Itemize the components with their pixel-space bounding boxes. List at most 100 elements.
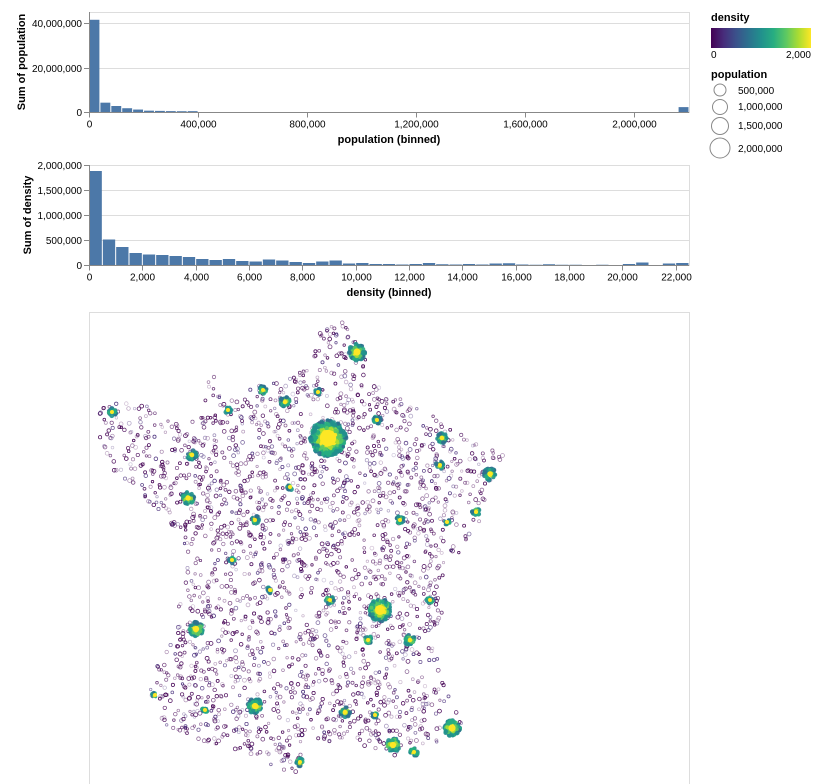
commune-dot <box>252 663 256 667</box>
commune-dot <box>374 721 378 726</box>
commune-dot <box>387 642 391 647</box>
commune-dot <box>281 557 285 562</box>
commune-dot <box>351 692 356 697</box>
commune-dot <box>387 728 392 733</box>
commune-dot <box>404 611 410 617</box>
commune-dot <box>371 632 377 637</box>
commune-dot <box>404 643 409 649</box>
commune-dot <box>380 453 384 457</box>
commune-dot <box>183 528 188 532</box>
commune-dot <box>416 502 420 506</box>
commune-dot <box>346 422 351 426</box>
commune-dot <box>247 474 252 479</box>
commune-dot <box>393 398 398 402</box>
commune-dot <box>346 452 351 457</box>
commune-dot <box>275 591 280 596</box>
commune-dot <box>189 663 194 668</box>
commune-dot <box>180 631 186 636</box>
commune-dot <box>300 463 305 468</box>
commune-dot <box>203 509 207 513</box>
commune-dot <box>411 590 416 595</box>
commune-dot <box>195 709 200 714</box>
commune-dot <box>404 511 409 515</box>
commune-dot <box>277 627 282 632</box>
commune-dot <box>445 464 450 469</box>
histogram-bar <box>396 264 409 265</box>
commune-dot <box>178 637 183 642</box>
commune-dot <box>428 559 433 564</box>
commune-dot <box>425 507 431 512</box>
commune-dot <box>310 438 314 443</box>
commune-dot <box>156 665 161 669</box>
commune-dot <box>317 331 323 336</box>
commune-dot <box>180 497 185 501</box>
commune-dot <box>185 569 191 575</box>
commune-dot <box>197 439 201 443</box>
commune-dot <box>209 521 214 526</box>
commune-dot <box>260 526 265 531</box>
commune-dot <box>320 671 325 676</box>
commune-dot <box>210 666 215 671</box>
commune-dot <box>372 489 377 494</box>
commune-dot <box>254 716 259 720</box>
commune-dot <box>214 535 220 541</box>
commune-dot <box>233 631 237 635</box>
commune-dot <box>343 460 348 466</box>
commune-dot <box>311 637 316 642</box>
commune-dot <box>245 400 250 405</box>
commune-dot <box>472 456 478 461</box>
commune-dot <box>298 632 303 637</box>
commune-dot <box>383 675 388 680</box>
commune-dot <box>353 339 358 344</box>
commune-dot <box>363 473 367 478</box>
commune-dot <box>286 752 290 757</box>
commune-dot <box>332 704 336 708</box>
commune-dot <box>377 501 381 505</box>
commune-dot <box>287 664 291 669</box>
commune-dot <box>335 332 339 336</box>
commune-dot <box>127 478 132 483</box>
commune-dot <box>312 636 317 641</box>
commune-dot <box>386 648 391 652</box>
commune-dot <box>208 505 214 510</box>
commune-dot <box>348 386 354 392</box>
commune-dot <box>245 707 250 712</box>
commune-dot <box>204 676 209 681</box>
commune-dot <box>473 457 478 462</box>
commune-dot <box>267 564 273 570</box>
commune-dot <box>277 646 281 651</box>
commune-dot <box>378 650 382 654</box>
commune-dot <box>497 454 502 460</box>
commune-dot <box>261 444 266 449</box>
commune-dot <box>363 718 368 723</box>
commune-dot <box>260 398 265 403</box>
commune-dot <box>342 655 347 660</box>
commune-dot <box>363 720 368 724</box>
commune-dot <box>278 418 283 422</box>
commune-dot <box>350 397 354 402</box>
commune-dot <box>338 391 344 397</box>
commune-dot <box>185 461 190 466</box>
commune-dot <box>194 525 199 530</box>
commune-dot <box>332 543 336 548</box>
commune-dot <box>382 576 387 581</box>
commune-dot <box>224 560 228 565</box>
commune-dot <box>384 640 389 646</box>
commune-dot <box>375 523 380 527</box>
commune-dot <box>344 326 348 330</box>
commune-dot <box>261 450 266 456</box>
commune-dot <box>371 703 376 708</box>
commune-dot <box>212 718 218 724</box>
commune-dot <box>404 545 408 549</box>
commune-dot <box>306 685 311 690</box>
commune-dot <box>268 532 273 536</box>
commune-dot <box>173 449 177 453</box>
commune-dot <box>143 470 147 475</box>
commune-dot <box>300 470 306 475</box>
commune-dot <box>128 430 133 435</box>
commune-dot <box>239 489 244 493</box>
commune-dot <box>265 610 270 615</box>
commune-dot <box>290 766 294 770</box>
commune-dot <box>181 634 186 639</box>
commune-dot <box>286 538 292 544</box>
